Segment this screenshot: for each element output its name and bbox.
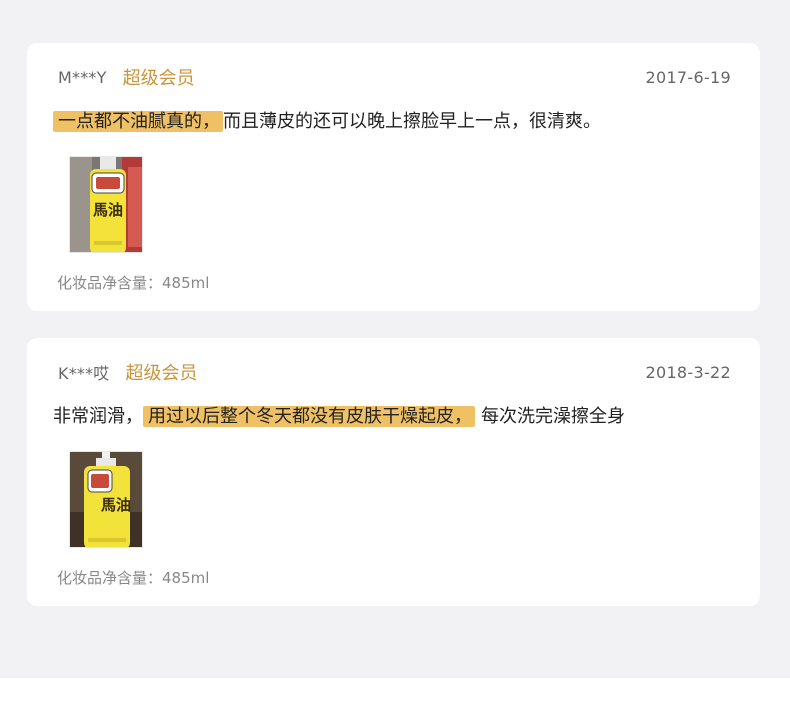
review-text: 一点都不油腻真的， 而且薄皮的还可以晚上擦脸早上一点，很清爽。 <box>53 107 601 137</box>
review-text-highlight: 用过以后整个冬天都没有皮肤干燥起皮， <box>143 406 475 427</box>
horse-oil-bottle-photo-icon: 馬油 <box>70 157 142 252</box>
review-card: M***Y 超级会员 2017-6-19 一点都不油腻真的， 而且薄皮的还可以晚上… <box>27 43 760 311</box>
review-text-rest: 每次洗完澡擦全身 <box>481 406 625 427</box>
review-text-rest: 而且薄皮的还可以晚上擦脸早上一点，很清爽。 <box>223 111 601 132</box>
member-badge: 超级会员 <box>122 68 195 89</box>
review-photo-thumbnail[interactable]: 馬油 <box>69 156 143 253</box>
review-text-highlight: 一点都不油腻真的， <box>53 111 223 132</box>
review-text-before: 非常润滑， <box>53 406 143 427</box>
review-card: K***哎 超级会员 2018-3-22 非常润滑， 用过以后整个冬天都没有皮肤干… <box>27 338 760 606</box>
review-date: 2018-3-22 <box>645 362 731 382</box>
review-text: 非常润滑， 用过以后整个冬天都没有皮肤干燥起皮， 每次洗完澡擦全身 <box>53 402 625 432</box>
reviewer-username: K***哎 <box>58 364 110 383</box>
product-spec: 化妆品净含量：485ml <box>57 274 210 292</box>
product-spec: 化妆品净含量：485ml <box>57 569 210 587</box>
horse-oil-bottle-photo-icon: 馬油 <box>70 452 142 547</box>
review-photo-thumbnail[interactable]: 馬油 <box>69 451 143 548</box>
review-date: 2017-6-19 <box>645 67 731 87</box>
bottle-label-text: 馬油 <box>93 201 123 219</box>
member-badge: 超级会员 <box>125 363 198 384</box>
reviewer-username: M***Y <box>58 67 107 87</box>
review-header: M***Y 超级会员 2017-6-19 <box>58 65 731 90</box>
bottle-label-text: 馬油 <box>101 496 131 514</box>
review-header: K***哎 超级会员 2018-3-22 <box>58 360 731 385</box>
